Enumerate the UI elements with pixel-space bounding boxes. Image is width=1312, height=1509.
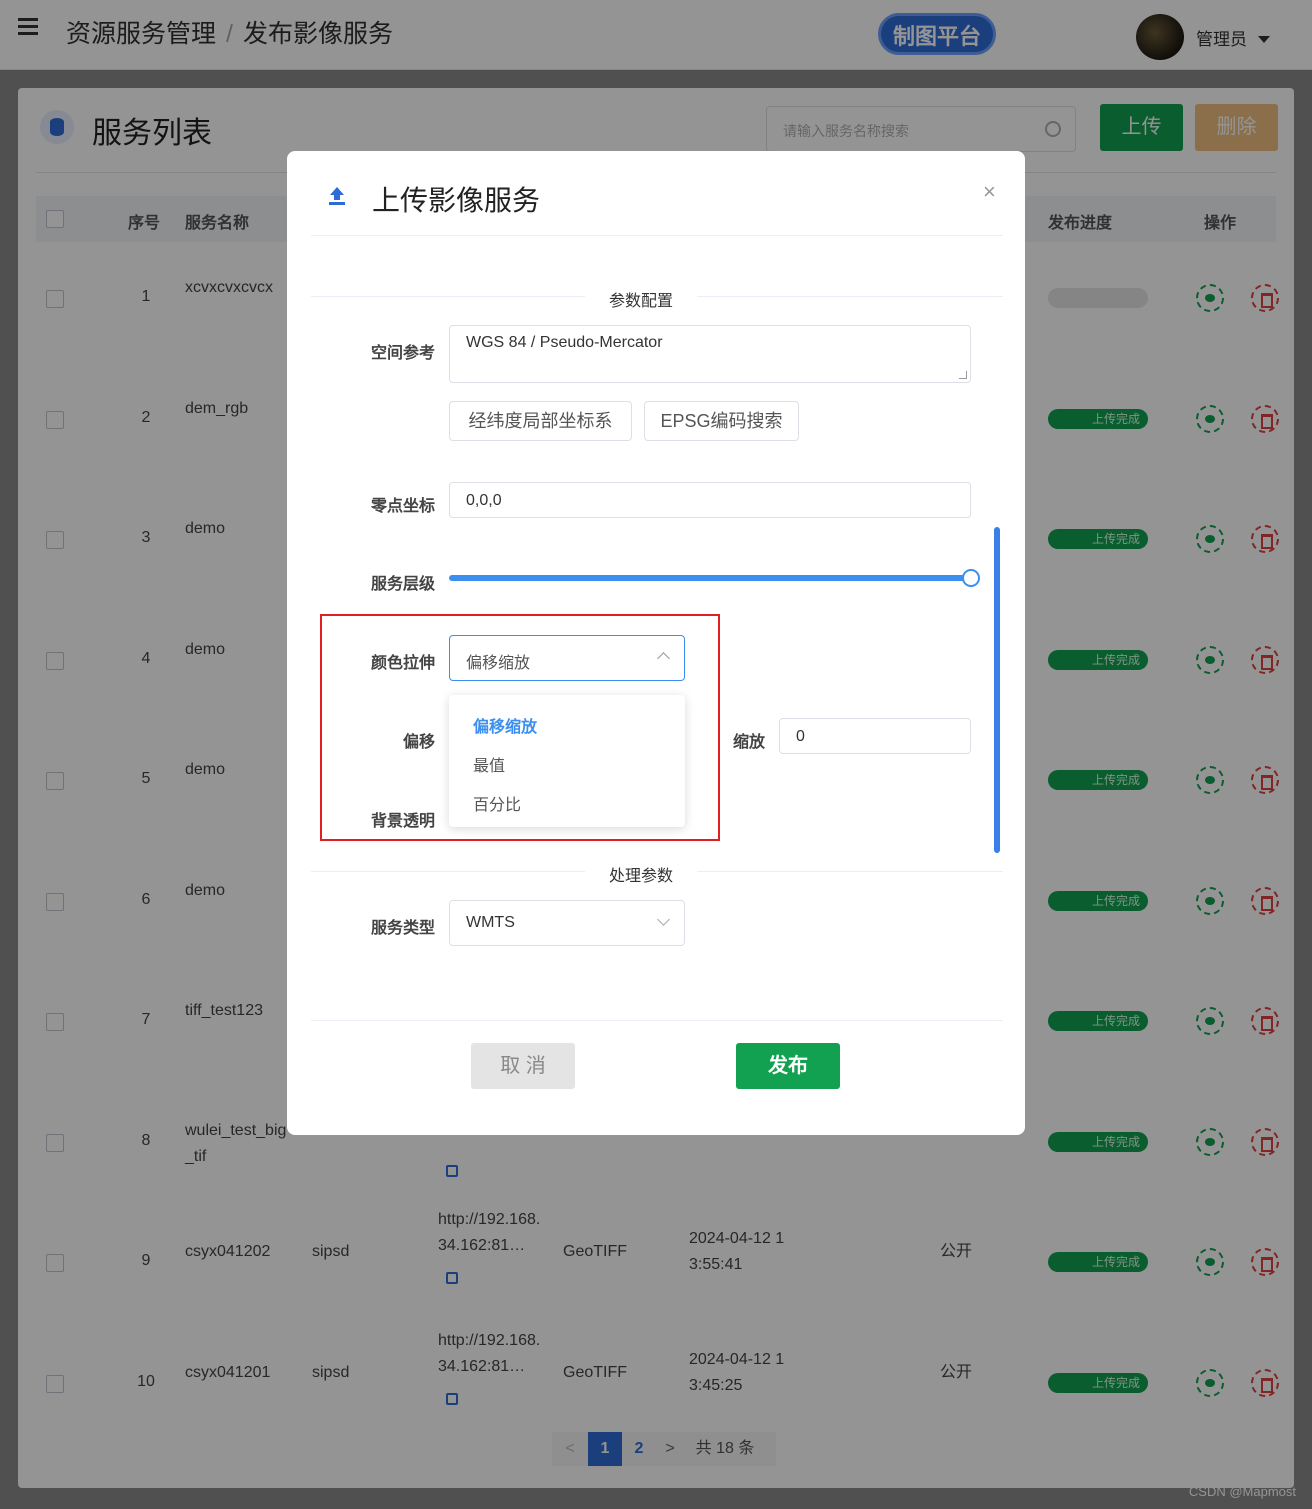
origin-label: 零点坐标: [370, 498, 435, 515]
resize-handle-icon[interactable]: [959, 371, 967, 379]
modal-footer-divider: [311, 1020, 1003, 1021]
origin-input[interactable]: 0,0,0: [449, 482, 971, 518]
level-label: 服务层级: [370, 576, 435, 593]
spatial-ref-label: 空间参考: [370, 345, 435, 362]
scale-input[interactable]: 0: [779, 718, 971, 754]
section-process-title: 处理参数: [585, 862, 697, 886]
upload-icon: [327, 187, 347, 207]
modal-scrollbar[interactable]: [994, 527, 1000, 853]
spatial-ref-value: WGS 84 / Pseudo-Mercator: [466, 334, 663, 351]
modal-header-divider: [311, 235, 1003, 236]
chevron-down-icon: [657, 913, 670, 926]
cancel-button[interactable]: 取 消: [471, 1043, 575, 1089]
upload-modal: 上传影像服务 × 参数配置 空间参考 WGS 84 / Pseudo-Merca…: [287, 151, 1025, 1135]
epsg-search-button[interactable]: EPSG编码搜索: [644, 401, 799, 441]
section-params-title: 参数配置: [585, 287, 697, 311]
close-icon[interactable]: ×: [983, 179, 996, 205]
modal-title: 上传影像服务: [372, 185, 541, 216]
level-slider-handle[interactable]: [962, 569, 980, 587]
highlight-box: [320, 614, 720, 841]
service-type-value: WMTS: [466, 914, 515, 931]
level-slider-track[interactable]: [449, 575, 971, 581]
service-type-select[interactable]: WMTS: [449, 900, 685, 946]
service-type-label: 服务类型: [370, 920, 435, 937]
local-cs-button[interactable]: 经纬度局部坐标系: [449, 401, 632, 441]
spatial-ref-textarea[interactable]: WGS 84 / Pseudo-Mercator: [449, 325, 971, 383]
publish-button[interactable]: 发布: [736, 1043, 840, 1089]
